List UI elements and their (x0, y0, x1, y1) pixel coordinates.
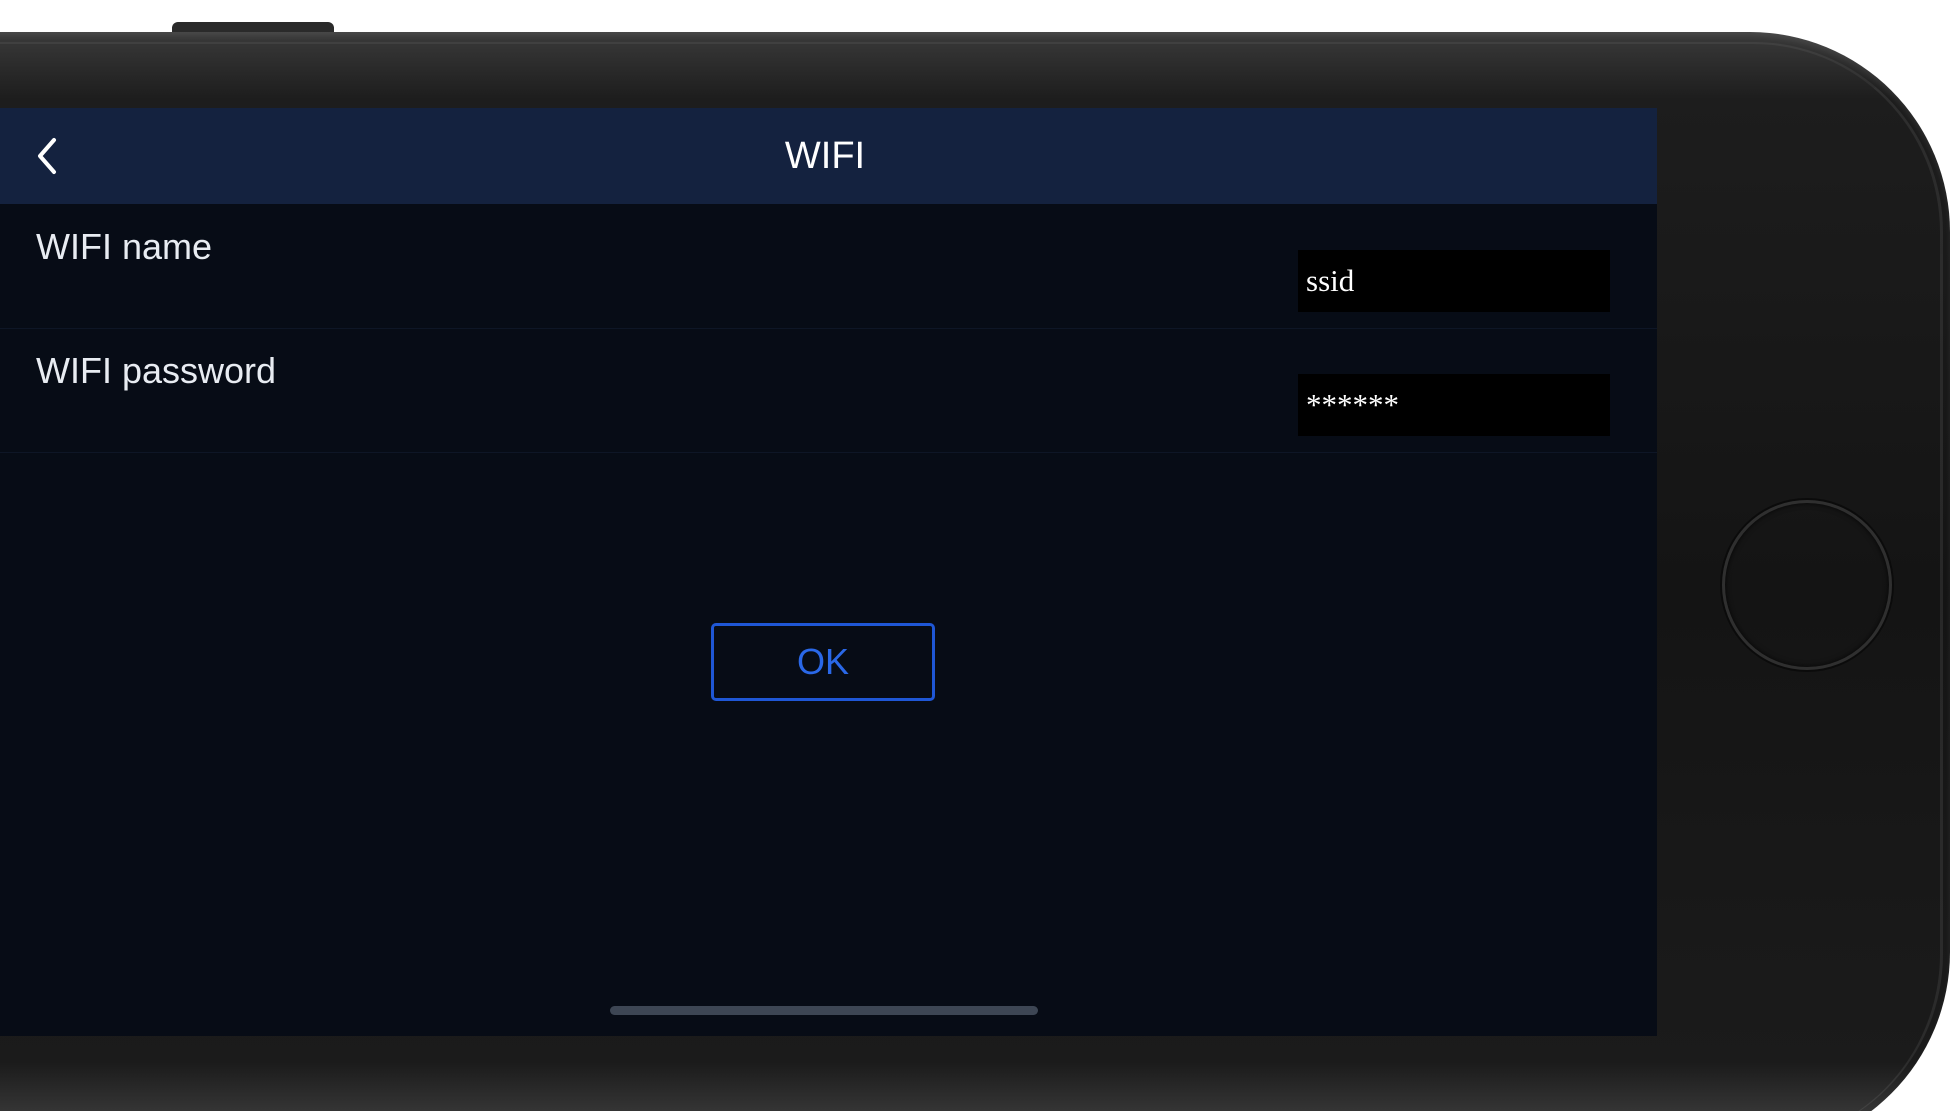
wifi-name-row: WIFI name (0, 204, 1657, 329)
ok-button[interactable]: OK (711, 623, 935, 701)
page-title: WIFI (784, 135, 866, 177)
back-chevron-graphic (38, 138, 56, 174)
navigation-bar: WIFI (0, 108, 1657, 204)
phone-home-button[interactable] (1722, 500, 1892, 670)
wifi-password-input[interactable] (1298, 374, 1610, 436)
app-screen: WIFI WIFI name WIFI password OK (0, 108, 1657, 1036)
wifi-name-input[interactable] (1298, 250, 1610, 312)
device-stage: WIFI WIFI name WIFI password OK (0, 0, 1950, 1111)
wifi-password-row: WIFI password (0, 328, 1657, 453)
wifi-name-label: WIFI name (36, 226, 213, 267)
wifi-password-label: WIFI password (36, 350, 277, 391)
home-indicator[interactable] (610, 1006, 1038, 1015)
chevron-left-icon[interactable] (30, 134, 70, 178)
